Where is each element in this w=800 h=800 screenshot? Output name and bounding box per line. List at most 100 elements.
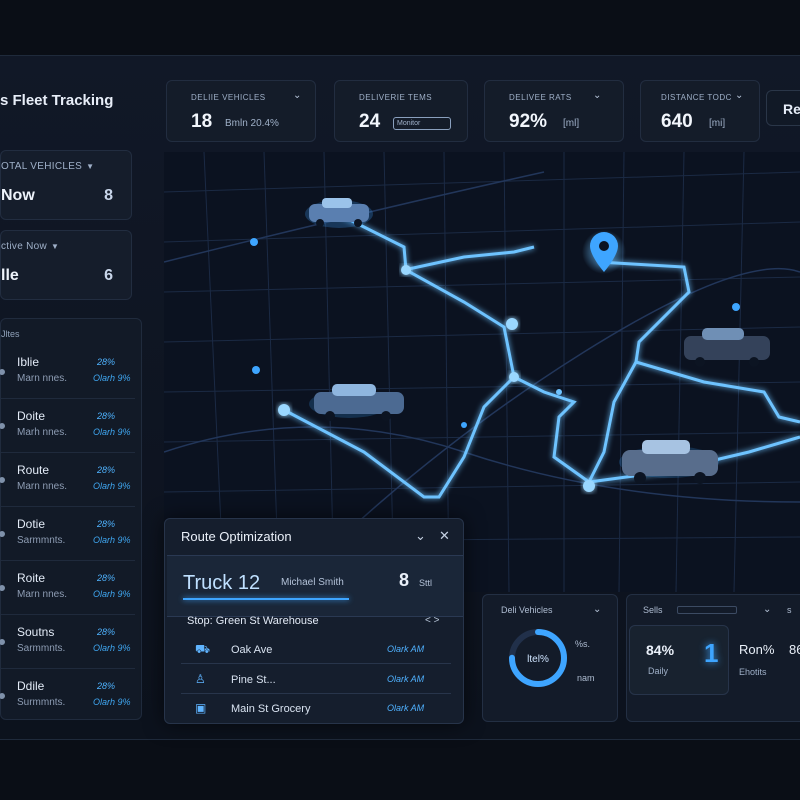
panel-title: Route Optimization <box>181 529 292 544</box>
stat-value: 18 <box>191 111 213 132</box>
route-sub-value: Olarh 9% <box>93 643 131 653</box>
driver-name: Michael Smith <box>281 577 344 588</box>
stat-sub: [mi] <box>709 118 726 129</box>
stat-card-deliveries[interactable]: DELIVERIE TEMS 24 Monitor <box>334 80 468 142</box>
list-item[interactable]: Route Marn nnes. 28% Olarh 9% <box>0 455 135 507</box>
active-now-status: lle <box>1 267 19 284</box>
delivery-gauge-card[interactable]: Deli Vehicles ⌄ ltel% %s. nam <box>482 594 618 722</box>
highlight-number: 1 <box>704 638 719 668</box>
stat-value: 640 <box>661 111 693 132</box>
right-label: Ron% <box>739 642 775 657</box>
right-sub: Ehotits <box>739 667 767 677</box>
total-vehicles-card[interactable]: OTAL VEHICLES ▼ Now 8 <box>0 150 132 220</box>
stop-row[interactable]: ▣ Main St Grocery Olark AM <box>181 695 451 723</box>
sells-card[interactable]: Sells ⌄ s 84% Daily 1 Ron% Ehotits 86 <box>626 594 800 722</box>
status-dot <box>0 639 5 645</box>
stat-card-distance[interactable]: DISTANCE TODC ⌄ 640 [mi] <box>640 80 760 142</box>
route-title: Iblie <box>17 355 40 369</box>
vehicle-marker-1[interactable] <box>305 198 373 228</box>
stops-unit: Sttl <box>419 578 433 588</box>
stat-card-rate[interactable]: DELIVEE RATS ⌄ 92% [ml] <box>484 80 624 142</box>
chevron-down-icon[interactable]: ⌄ <box>593 90 601 101</box>
route-optimization-panel: Route Optimization ⌄ ✕ Truck 12 Michael … <box>164 518 464 724</box>
filter-field[interactable] <box>677 606 737 614</box>
route-value: 28% <box>97 627 116 637</box>
route-title: Route <box>17 463 50 477</box>
route-title: Ddile <box>17 679 45 693</box>
truck-summary[interactable]: Truck 12 Michael Smith 8 Sttl <box>167 555 463 617</box>
route-list-heading: Jltes <box>1 329 20 339</box>
stat-card-vehicles[interactable]: DELIIE VEHICLES ⌄ 18 Bmln 20.4% <box>166 80 316 142</box>
route-sub-value: Olarh 9% <box>93 589 131 599</box>
chevron-down-icon[interactable]: ⌄ <box>593 604 601 615</box>
active-now-count: 6 <box>104 267 113 284</box>
app-title: s Fleet Tracking <box>0 92 114 109</box>
total-vehicles-count: 8 <box>104 187 113 204</box>
pct-value: 84% <box>646 642 675 658</box>
status-dot <box>0 585 5 591</box>
route-subtitle: Marn nnes. <box>17 373 68 384</box>
stop-name: Pine St... <box>231 674 276 686</box>
status-dot <box>0 531 5 537</box>
stop-time: Olark AM <box>387 674 425 684</box>
total-vehicles-label: OTAL VEHICLES <box>1 161 83 172</box>
chevron-down-icon[interactable]: ⌄ <box>293 90 301 101</box>
far-label: s <box>787 605 792 615</box>
far-value: 86 <box>789 642 800 657</box>
refresh-button[interactable]: Re <box>766 90 800 126</box>
store-icon: ▣ <box>195 701 207 715</box>
person-icon: ♙ <box>195 672 206 686</box>
close-icon[interactable]: ✕ <box>439 528 450 544</box>
gauge-side-top: %s. <box>575 639 591 649</box>
chevron-down-icon[interactable]: ▼ <box>51 242 59 251</box>
list-item[interactable]: Roite Marn nnes. 28% Olarh 9% <box>0 563 135 615</box>
chevron-down-icon[interactable]: ▼ <box>86 162 94 171</box>
stat-value: 24 <box>359 111 381 132</box>
route-value: 28% <box>97 411 116 421</box>
collapse-chevron-icon[interactable]: ⌄ <box>415 528 426 544</box>
gauge-side-bottom: nam <box>577 673 595 683</box>
total-vehicles-status: Now <box>1 187 35 204</box>
truck-icon: ⛟ <box>195 642 211 656</box>
map-pin-icon[interactable] <box>582 230 626 274</box>
route-subtitle: Sarmmnts. <box>17 535 66 546</box>
waypoints <box>278 265 595 492</box>
route-value: 28% <box>97 573 116 583</box>
stop-name: Oak Ave <box>231 644 273 656</box>
route-value: 28% <box>97 681 116 691</box>
route-title: Roite <box>17 571 46 585</box>
list-item[interactable]: Ddile Surmmnts. 28% Olarh 9% <box>0 671 135 723</box>
route-subtitle: Marn nnes. <box>17 589 68 600</box>
status-badge: Monitor <box>393 117 451 130</box>
route-sub-value: Olarh 9% <box>93 373 131 383</box>
route-sub-value: Olarh 9% <box>93 697 131 707</box>
stop-row[interactable]: ♙ Pine St... Olark AM <box>181 666 451 694</box>
route-subtitle: Surmmnts. <box>17 697 66 708</box>
status-dot <box>0 477 5 483</box>
list-item[interactable]: Iblie Marn nnes. 28% Olarh 9% <box>0 347 135 399</box>
current-stop: Stop: Green St Warehouse < > <box>187 615 439 627</box>
route-sub-value: Olarh 9% <box>93 481 131 491</box>
chevron-down-icon[interactable]: ⌄ <box>735 90 743 101</box>
stop-nav-arrows[interactable]: < > <box>425 615 439 626</box>
list-item[interactable]: Doite Marh nnes. 28% Olarh 9% <box>0 401 135 453</box>
route-sub-value: Olarh 9% <box>93 427 131 437</box>
status-dot <box>0 693 5 699</box>
vehicle-marker-3[interactable] <box>684 328 770 367</box>
chevron-down-icon[interactable]: ⌄ <box>763 604 771 615</box>
route-value: 28% <box>97 357 116 367</box>
list-item[interactable]: Dotie Sarmmnts. 28% Olarh 9% <box>0 509 135 561</box>
route-sub-value: Olarh 9% <box>93 535 131 545</box>
stat-sub: [ml] <box>563 118 580 129</box>
pct-sub: Daily <box>648 666 669 676</box>
route-list: Jltes Iblie Marn nnes. 28% Olarh 9% Doit… <box>0 318 142 720</box>
stat-sub: Bmln 20.4% <box>225 118 279 129</box>
active-now-label: ctive Now <box>1 241 48 252</box>
route-title: Doite <box>17 409 46 423</box>
status-dot <box>0 423 5 429</box>
list-item[interactable]: Soutns Sarmmnts. 28% Olarh 9% <box>0 617 135 669</box>
stop-row[interactable]: ⛟ Oak Ave Olark AM <box>181 636 451 664</box>
gauge-text: ltel% <box>527 654 549 665</box>
stops-count: 8 <box>399 570 410 590</box>
active-now-card[interactable]: ctive Now ▼ lle 6 <box>0 230 132 300</box>
